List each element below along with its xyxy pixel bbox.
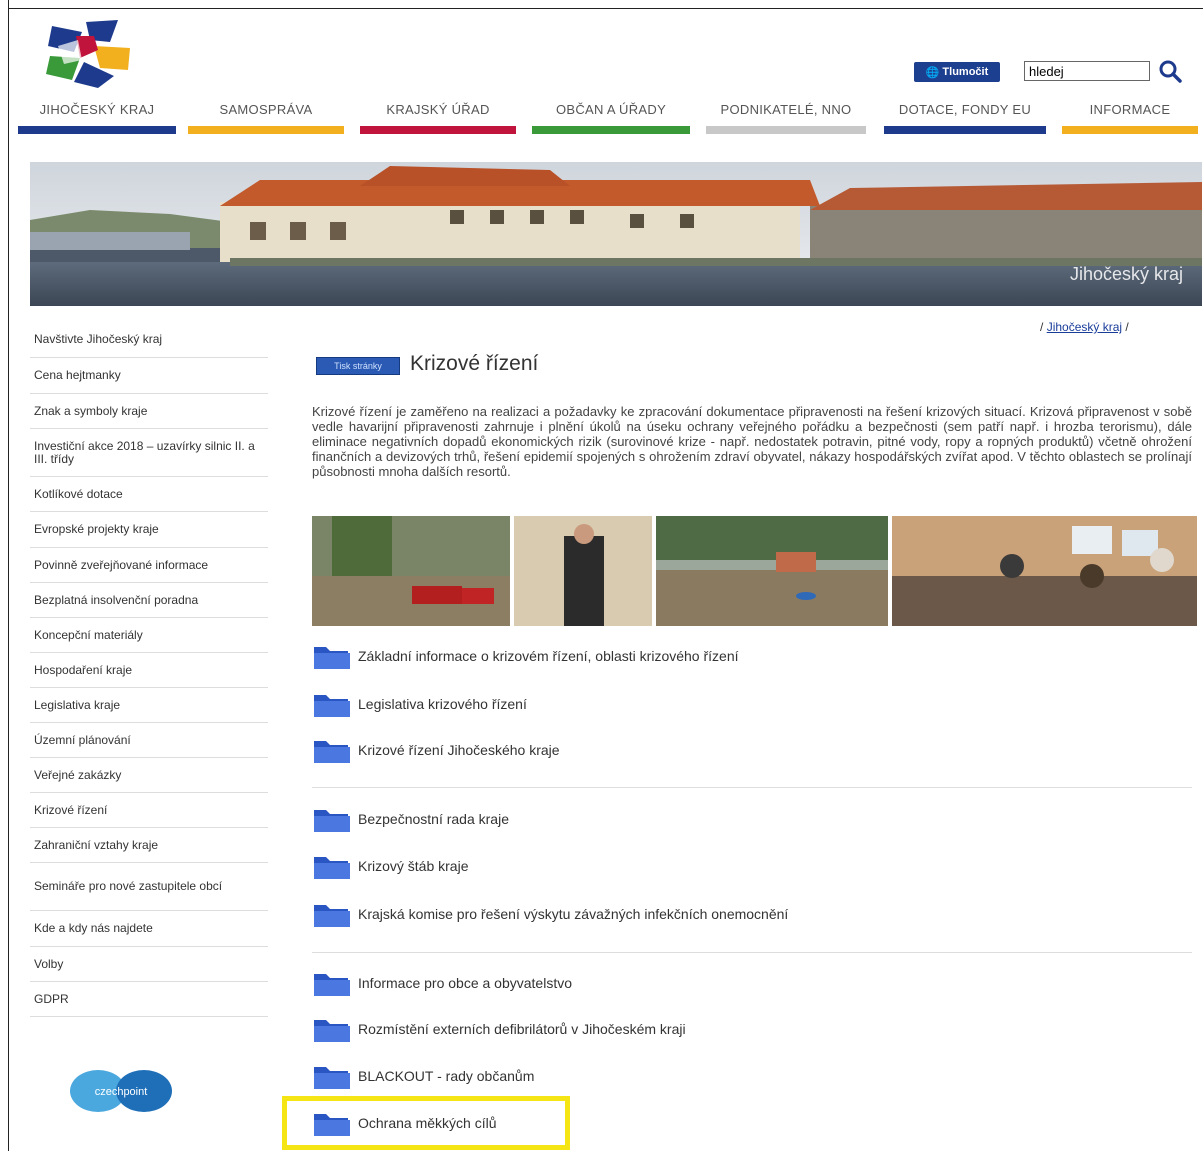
- breadcrumb-separator: /: [1040, 320, 1044, 334]
- link-label: Krajská komise pro řešení výskytu závažn…: [358, 906, 789, 922]
- nav-krajsky-urad[interactable]: Krajský úřad: [360, 100, 516, 136]
- translate-icon: 🌐: [925, 66, 940, 79]
- sidebar-item-evropske-projekty[interactable]: Evropské projekty kraje: [30, 512, 268, 548]
- czechpoint-logo[interactable]: czechpoint: [68, 1068, 174, 1114]
- jihocesky-kraj-logo[interactable]: [44, 18, 134, 90]
- list-divider: [312, 787, 1192, 788]
- sidebar-item-hospodareni[interactable]: Hospodaření kraje: [30, 653, 268, 688]
- link-krizove-rizeni-jihoceskeho-kraje[interactable]: Krizové řízení Jihočeského kraje: [312, 733, 560, 767]
- nav-color-bar: [18, 126, 176, 134]
- banner-caption: Jihočeský kraj: [1070, 264, 1183, 284]
- nav-label: Informace: [1089, 102, 1171, 117]
- nav-jihocesky-kraj[interactable]: Jihočeský kraj: [18, 100, 176, 136]
- nav-obcan-a-urady[interactable]: Občan a úřady: [532, 100, 690, 136]
- translate-button[interactable]: 🌐 Tlumočit: [914, 62, 1000, 82]
- sidebar-item-verejne-zakazky[interactable]: Veřejné zakázky: [30, 758, 268, 793]
- nav-color-bar: [188, 126, 344, 134]
- link-label: Informace pro obce a obyvatelstvo: [358, 975, 573, 991]
- nav-label: Krajský úřad: [386, 102, 490, 117]
- sidebar-item-uzemni-planovani[interactable]: Územní plánování: [30, 723, 268, 758]
- sidebar-item-kde-a-kdy[interactable]: Kde a kdy nás najdete: [30, 911, 268, 947]
- photo-flood-firetrucks: [312, 516, 510, 626]
- nav-informace[interactable]: Informace: [1062, 100, 1198, 136]
- photo-crisis-room: [892, 516, 1197, 626]
- photo-strip: [312, 516, 1197, 626]
- folder-icon: [314, 647, 350, 669]
- link-label: Krizový štáb kraje: [358, 858, 469, 874]
- folder-icon: [314, 741, 350, 763]
- sidebar-item-legislativa[interactable]: Legislativa kraje: [30, 688, 268, 723]
- sidebar-item-investicni-akce[interactable]: Investiční akce 2018 – uzavírky silnic I…: [30, 429, 268, 477]
- sidebar-item-insolvencni-poradna[interactable]: Bezplatná insolvenční poradna: [30, 583, 268, 618]
- list-divider: [312, 952, 1192, 953]
- sidebar-item-cena-hejtmanky[interactable]: Cena hejtmanky: [30, 358, 268, 394]
- page-title: Krizové řízení: [410, 352, 539, 375]
- link-label: Krizové řízení Jihočeského kraje: [358, 742, 560, 758]
- frame-border-top: [8, 8, 1203, 9]
- folder-icon: [314, 810, 350, 832]
- frame-border-left: [8, 0, 9, 1151]
- nav-samosprava[interactable]: Samospráva: [188, 100, 344, 136]
- folder-icon: [314, 695, 350, 717]
- nav-color-bar: [1062, 126, 1198, 134]
- search-button[interactable]: [1156, 58, 1184, 84]
- photo-flooded-village: [656, 516, 888, 626]
- nav-label: Samospráva: [219, 102, 313, 117]
- nav-color-bar: [532, 126, 690, 134]
- sidebar-item-volby[interactable]: Volby: [30, 947, 268, 982]
- nav-color-bar: [706, 126, 866, 134]
- photo-speaker: [514, 516, 652, 626]
- nav-dotace-fondy-eu[interactable]: Dotace, fondy EU: [884, 100, 1046, 136]
- sidebar-menu: Navštivte Jihočeský kraj Cena hejtmanky …: [30, 322, 268, 1017]
- nav-label: Podnikatelé, NNO: [720, 102, 852, 117]
- sidebar-item-gdpr[interactable]: GDPR: [30, 982, 268, 1017]
- link-label: Legislativa krizového řízení: [358, 696, 527, 712]
- nav-label: Jihočeský kraj: [39, 102, 155, 117]
- link-defibrilatory[interactable]: Rozmístění externích defibrilátorů v Jih…: [312, 1012, 686, 1046]
- banner-image: Jihočeský kraj: [30, 162, 1202, 306]
- nav-color-bar: [360, 126, 516, 134]
- print-page-badge[interactable]: Tisk stránky: [316, 357, 400, 375]
- link-informace-pro-obce[interactable]: Informace pro obce a obyvatelstvo: [312, 966, 572, 1000]
- nav-label: Občan a úřady: [555, 102, 667, 117]
- folder-icon: [314, 857, 350, 879]
- sidebar-item-navstivte[interactable]: Navštivte Jihočeský kraj: [30, 322, 268, 358]
- link-label: Bezpečnostní rada kraje: [358, 811, 509, 827]
- sidebar-item-kotlikove-dotace[interactable]: Kotlíkové dotace: [30, 477, 268, 512]
- sidebar-item-koncepcni-materialy[interactable]: Koncepční materiály: [30, 618, 268, 653]
- sidebar-item-seminare[interactable]: Semináře pro nové zastupitele obcí: [30, 863, 268, 911]
- breadcrumb: / Jihočeský kraj /: [1040, 320, 1129, 334]
- folder-icon: [314, 1020, 350, 1042]
- main-navigation: Jihočeský kraj Samospráva Krajský úřad O…: [18, 100, 1198, 140]
- sidebar-item-zahranicni-vztahy[interactable]: Zahraniční vztahy kraje: [30, 828, 268, 863]
- link-krajska-komise[interactable]: Krajská komise pro řešení výskytu závažn…: [312, 897, 788, 931]
- breadcrumb-link-jihocesky-kraj[interactable]: Jihočeský kraj: [1047, 320, 1122, 334]
- link-label: Základní informace o krizovém řízení, ob…: [358, 648, 739, 664]
- link-bezpecnostni-rada[interactable]: Bezpečnostní rada kraje: [312, 802, 509, 836]
- link-zakladni-informace[interactable]: Základní informace o krizovém řízení, ob…: [312, 639, 739, 673]
- translate-label: Tlumočit: [942, 66, 989, 78]
- folder-icon: [314, 974, 350, 996]
- nav-color-bar: [884, 126, 1046, 134]
- breadcrumb-separator: /: [1125, 320, 1129, 334]
- highlight-box: [282, 1096, 570, 1150]
- intro-paragraph: Krizové řízení je zaměřeno na realizaci …: [312, 404, 1192, 479]
- search-icon: [1159, 60, 1182, 83]
- nav-label: Dotace, fondy EU: [898, 102, 1032, 117]
- sidebar-item-znak-a-symboly[interactable]: Znak a symboly kraje: [30, 394, 268, 429]
- search-input[interactable]: [1024, 61, 1150, 81]
- link-krizovy-stab[interactable]: Krizový štáb kraje: [312, 849, 468, 883]
- folder-icon: [314, 905, 350, 927]
- folder-icon: [314, 1067, 350, 1089]
- sidebar-item-povinne-informace[interactable]: Povinně zveřejňované informace: [30, 548, 268, 583]
- link-label: Rozmístění externích defibrilátorů v Jih…: [358, 1021, 686, 1037]
- nav-podnikatele-nno[interactable]: Podnikatelé, NNO: [706, 100, 866, 136]
- czechpoint-label: czechpoint: [95, 1086, 148, 1098]
- sidebar-item-krizove-rizeni[interactable]: Krizové řízení: [30, 793, 268, 828]
- link-label: BLACKOUT - rady občanům: [358, 1068, 535, 1084]
- link-blackout[interactable]: BLACKOUT - rady občanům: [312, 1059, 534, 1093]
- link-legislativa-krizoveho-rizeni[interactable]: Legislativa krizového řízení: [312, 687, 527, 721]
